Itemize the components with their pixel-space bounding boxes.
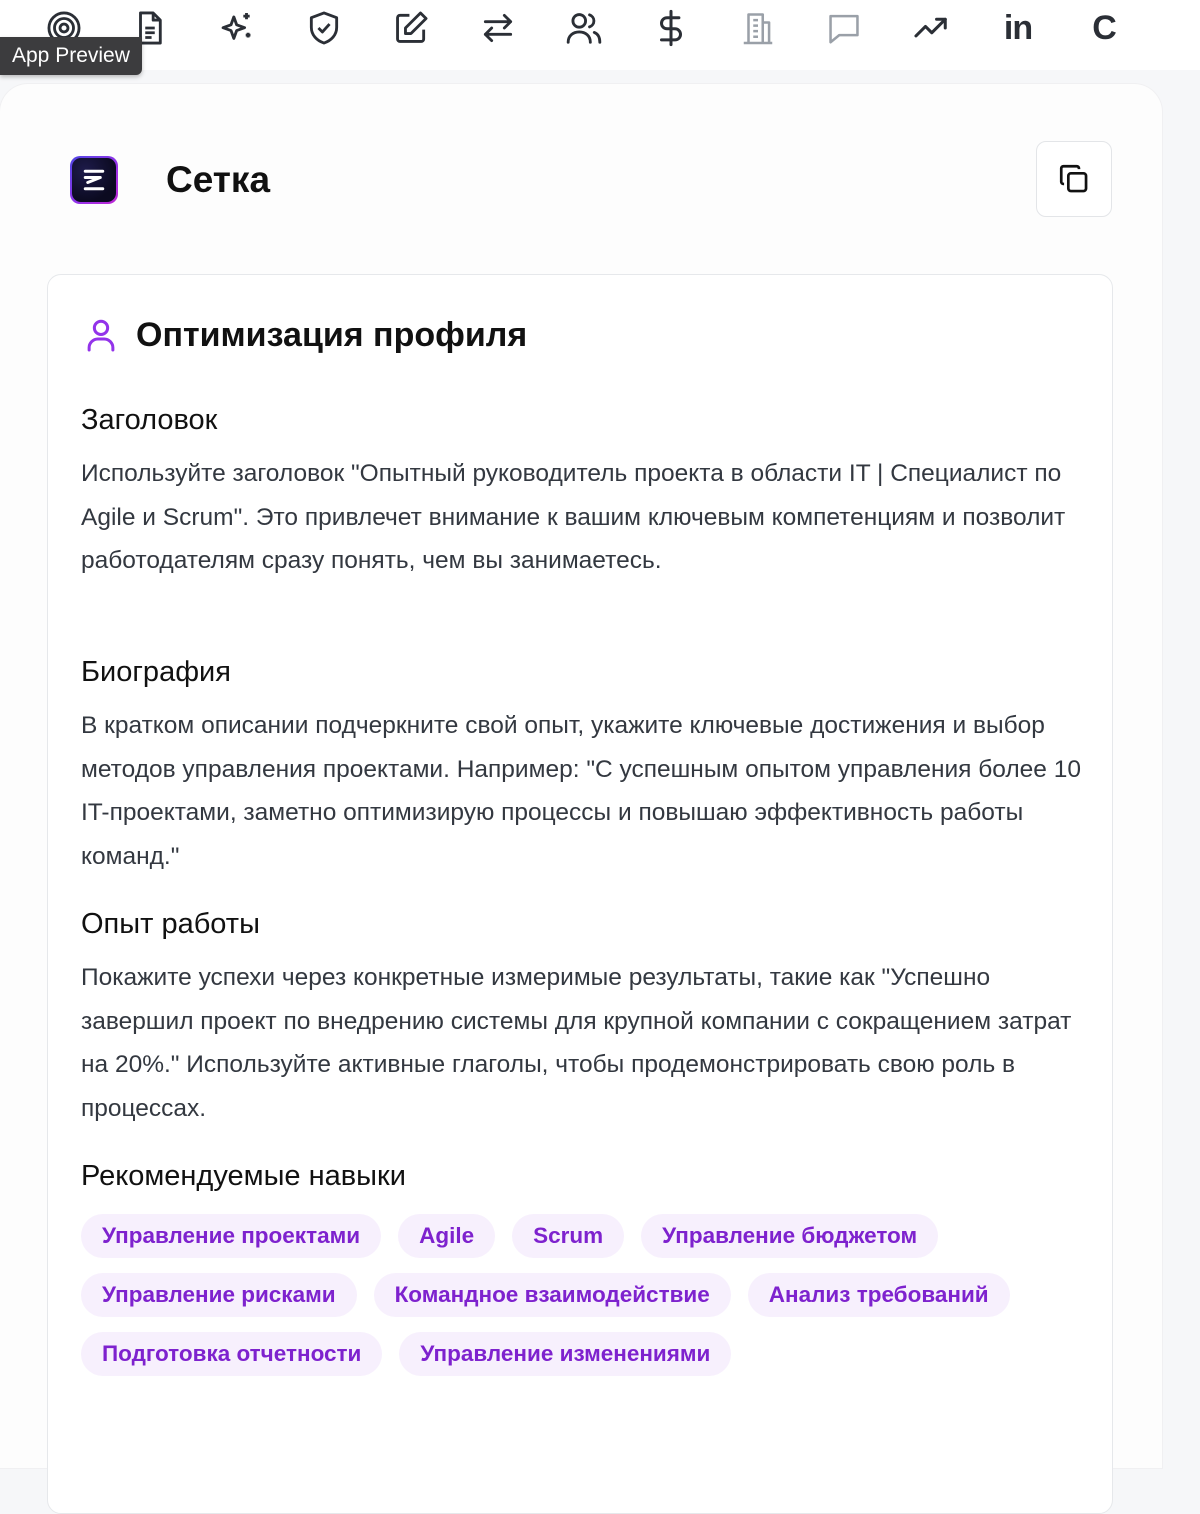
section-headline: Заголовок Используйте заголовок "Опытный…: [81, 402, 1091, 583]
skills-list: Управление проектами Agile Scrum Управле…: [81, 1214, 1041, 1376]
section-skills: Рекомендуемые навыки Управление проектам…: [81, 1158, 1091, 1376]
card-title: Оптимизация профиля: [136, 316, 528, 354]
trending-up-icon[interactable]: [909, 6, 953, 50]
section-text: Покажите успехи через конкретные измерим…: [81, 964, 1072, 1122]
skill-chip[interactable]: Управление рисками: [81, 1273, 357, 1317]
linkedin-icon[interactable]: in: [996, 6, 1040, 50]
section-text: В кратком описании подчеркните свой опыт…: [81, 712, 1081, 870]
sparkles-icon[interactable]: [215, 6, 259, 50]
skill-chip[interactable]: Подготовка отчетности: [81, 1332, 383, 1376]
dollar-icon[interactable]: [649, 6, 693, 50]
main-panel: Сетка Оптимизация профиля Заголовок Испо…: [0, 84, 1162, 1514]
edit-icon[interactable]: [389, 6, 433, 50]
card-header: Оптимизация профиля: [82, 311, 527, 359]
copy-icon: [1059, 164, 1088, 193]
skill-chip[interactable]: Анализ требований: [747, 1273, 1010, 1317]
profile-optimization-card: Оптимизация профиля Заголовок Используйт…: [47, 274, 1113, 1514]
skill-chip[interactable]: Управление проектами: [81, 1214, 382, 1258]
app-preview-tooltip: App Preview: [0, 37, 142, 75]
skill-chip[interactable]: Управление изменениями: [399, 1332, 732, 1376]
users-icon[interactable]: [562, 6, 606, 50]
section-bio: Биография В кратком описании подчеркните…: [81, 654, 1091, 878]
swap-arrows-icon[interactable]: [476, 6, 520, 50]
skill-chip[interactable]: Командное взаимодействие: [373, 1273, 731, 1317]
message-icon[interactable]: [822, 6, 866, 50]
skill-chip[interactable]: Scrum: [512, 1214, 625, 1258]
setka-logo-icon: [70, 156, 118, 204]
building-icon[interactable]: [736, 6, 780, 50]
copy-button[interactable]: [1036, 141, 1112, 217]
section-experience: Опыт работы Покажите успехи через конкре…: [81, 906, 1091, 1130]
section-title: Заголовок: [81, 404, 218, 436]
section-text: Используйте заголовок "Опытный руководит…: [81, 460, 1066, 574]
section-title: Опыт работы: [81, 908, 260, 940]
c-letter-icon[interactable]: C: [1082, 6, 1126, 50]
section-title: Рекомендуемые навыки: [81, 1160, 406, 1192]
top-toolbar: in C App Preview: [0, 0, 1200, 75]
user-icon: [87, 319, 115, 352]
skill-chip[interactable]: Agile: [398, 1214, 496, 1258]
shield-check-icon[interactable]: [302, 6, 346, 50]
section-title: Биография: [81, 656, 231, 688]
skill-chip[interactable]: Управление бюджетом: [641, 1214, 939, 1258]
app-title: Сетка: [166, 159, 271, 200]
